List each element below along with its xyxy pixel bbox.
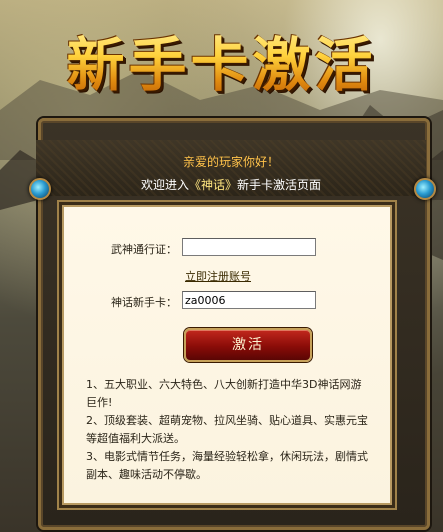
list-item: 1、五大职业、六大特色、八大创新打造中华3D神话网游巨作!	[86, 378, 362, 409]
page-title: 新手卡激活	[0, 18, 443, 102]
list-item: 2、顶级套装、超萌宠物、拉风坐骑、贴心道具、实惠元宝等超值福利大派送。	[86, 414, 368, 445]
account-input[interactable]	[182, 238, 316, 256]
card-code-input[interactable]	[182, 291, 316, 309]
list-item: 3、电影式情节任务，海量经验轻松拿，休闲玩法，剧情式副本、趣味活动不停歇。	[86, 450, 368, 481]
greeting-text: 亲爱的玩家你好！	[182, 155, 279, 169]
welcome-text: 欢迎进入《神话》新手卡激活页面	[38, 176, 424, 193]
welcome-prefix: 欢迎进入	[140, 178, 189, 192]
account-label: 武神通行证：	[111, 243, 177, 256]
notes-list: 1、五大职业、六大特色、八大创新打造中华3D神话网游巨作! 2、顶级套装、超萌宠…	[86, 376, 370, 484]
register-account-link[interactable]: 立即注册账号	[185, 268, 251, 284]
card-label: 神话新手卡：	[111, 296, 177, 309]
activate-button[interactable]: 激活	[184, 328, 312, 362]
welcome-game-name: 《神话》	[188, 178, 237, 192]
welcome-suffix: 新手卡激活页面	[237, 178, 322, 192]
